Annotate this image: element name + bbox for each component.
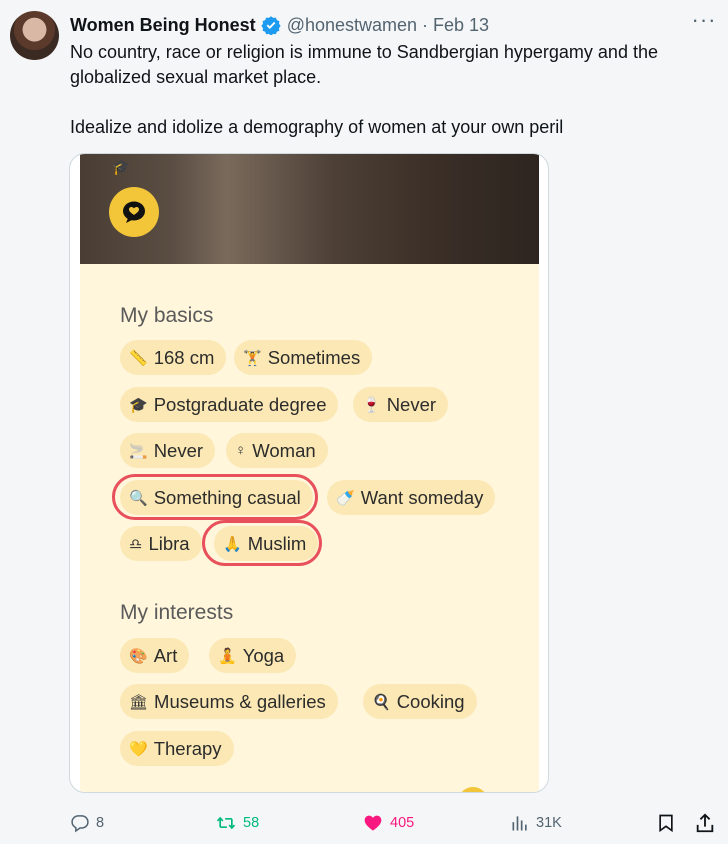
constellation-icon: ♎: [129, 535, 143, 553]
tweet-media[interactable]: 🎓 My basics 📏 168 cm 🏋 Sometimes 🎓 Postgrad…: [69, 153, 549, 793]
more-options-icon[interactable]: ···: [690, 9, 718, 36]
chip-interest-yoga: 🧘 Yoga: [209, 638, 297, 673]
profile-photo: 🎓: [80, 154, 539, 264]
baby-bottle-icon: 🍼: [336, 489, 355, 507]
chip-label: Woman: [252, 439, 316, 461]
chip-label: Postgraduate degree: [153, 393, 327, 415]
chip-drinking: 🍷 Never: [353, 387, 449, 422]
chip-interest-therapy: 💛 Therapy: [120, 731, 234, 766]
share-button[interactable]: [694, 806, 722, 840]
chip-height: 📏 168 cm: [120, 340, 227, 375]
views-count: 31K: [536, 815, 562, 831]
chip-label: Sometimes: [267, 346, 361, 368]
chip-label: Cooking: [396, 690, 465, 712]
palette-icon: 🎨: [129, 647, 148, 665]
like-button[interactable]: 405: [362, 806, 414, 840]
chip-zodiac: ♎ Libra: [120, 526, 202, 561]
basics-title: My basics: [120, 304, 214, 327]
avatar[interactable]: [10, 11, 59, 60]
chip-label: Want someday: [360, 486, 484, 508]
chip-label: Art: [153, 644, 178, 666]
reply-icon: [71, 815, 89, 833]
chip-label: Yoga: [242, 644, 285, 666]
tweet-text-line: No country, race or religion is immune t…: [70, 42, 658, 87]
retweet-button[interactable]: 58: [215, 806, 259, 840]
ruler-icon: 📏: [129, 349, 148, 367]
compliment-badge-icon: [109, 187, 159, 237]
museum-icon: 🏛: [129, 693, 149, 711]
interests-title: My interests: [120, 601, 234, 624]
bookmark-button[interactable]: [656, 806, 682, 840]
yoga-icon: 🧘: [218, 647, 237, 665]
chip-label: Museums & galleries: [154, 690, 326, 712]
graduation-cap-icon: 🎓: [112, 159, 131, 176]
share-icon: [696, 813, 714, 833]
profile-card: 🎓 My basics 📏 168 cm 🏋 Sometimes 🎓 Postgrad…: [80, 154, 539, 792]
graduation-cap-icon: 🎓: [129, 396, 148, 414]
wine-glass-icon: 🍷: [362, 396, 381, 414]
chip-label: 168 cm: [153, 346, 215, 368]
tweet-date[interactable]: Feb 13: [433, 15, 489, 36]
views-bar-chart-icon: [512, 816, 527, 831]
author-name[interactable]: Women Being Honest: [70, 15, 256, 36]
chip-kids: 🍼 Want someday: [327, 480, 496, 515]
partial-badge-icon: [458, 787, 488, 792]
separator-dot: ·: [422, 14, 429, 35]
highlight-circle-looking-for: [112, 474, 318, 520]
cigarette-icon: 🚬: [129, 442, 148, 460]
chip-interest-museums: 🏛 Museums & galleries: [120, 684, 338, 719]
chip-label: Never: [386, 393, 437, 415]
author-handle[interactable]: @honestwamen: [287, 15, 417, 36]
reply-count: 8: [96, 815, 105, 831]
chip-interest-cooking: 🍳 Cooking: [363, 684, 477, 719]
yellow-heart-icon: 💛: [129, 740, 148, 758]
tweet-text: No country, race or religion is immune t…: [70, 40, 715, 140]
chip-gender: ♀ Woman: [226, 433, 328, 468]
views-button[interactable]: 31K: [510, 806, 562, 840]
retweet-icon: [216, 816, 236, 830]
chip-label: Libra: [148, 532, 190, 554]
tweet-actions: 8 58 405 31K: [0, 806, 728, 840]
retweet-count: 58: [243, 815, 260, 831]
chip-exercise: 🏋 Sometimes: [234, 340, 373, 375]
like-count: 405: [390, 815, 415, 831]
tweet-text-line: Idealize and idolize a demography of wom…: [70, 117, 564, 137]
chip-smoking: 🚬 Never: [120, 433, 216, 468]
dumbbell-icon: 🏋: [243, 349, 262, 367]
verified-badge-icon: [261, 16, 281, 35]
bookmark-icon: [659, 814, 673, 833]
chip-interest-art: 🎨 Art: [120, 638, 190, 673]
cooking-icon: 🍳: [372, 693, 391, 711]
tweet-header: Women Being Honest @honestwamen · Feb 13: [70, 12, 670, 38]
chip-label: Therapy: [153, 737, 222, 759]
chip-label: Never: [153, 439, 204, 461]
heart-icon: [364, 815, 382, 831]
woman-icon: ♀: [235, 442, 247, 459]
highlight-circle-religion: [202, 520, 322, 566]
chip-education: 🎓 Postgraduate degree: [120, 387, 339, 422]
reply-button[interactable]: 8: [70, 806, 104, 840]
